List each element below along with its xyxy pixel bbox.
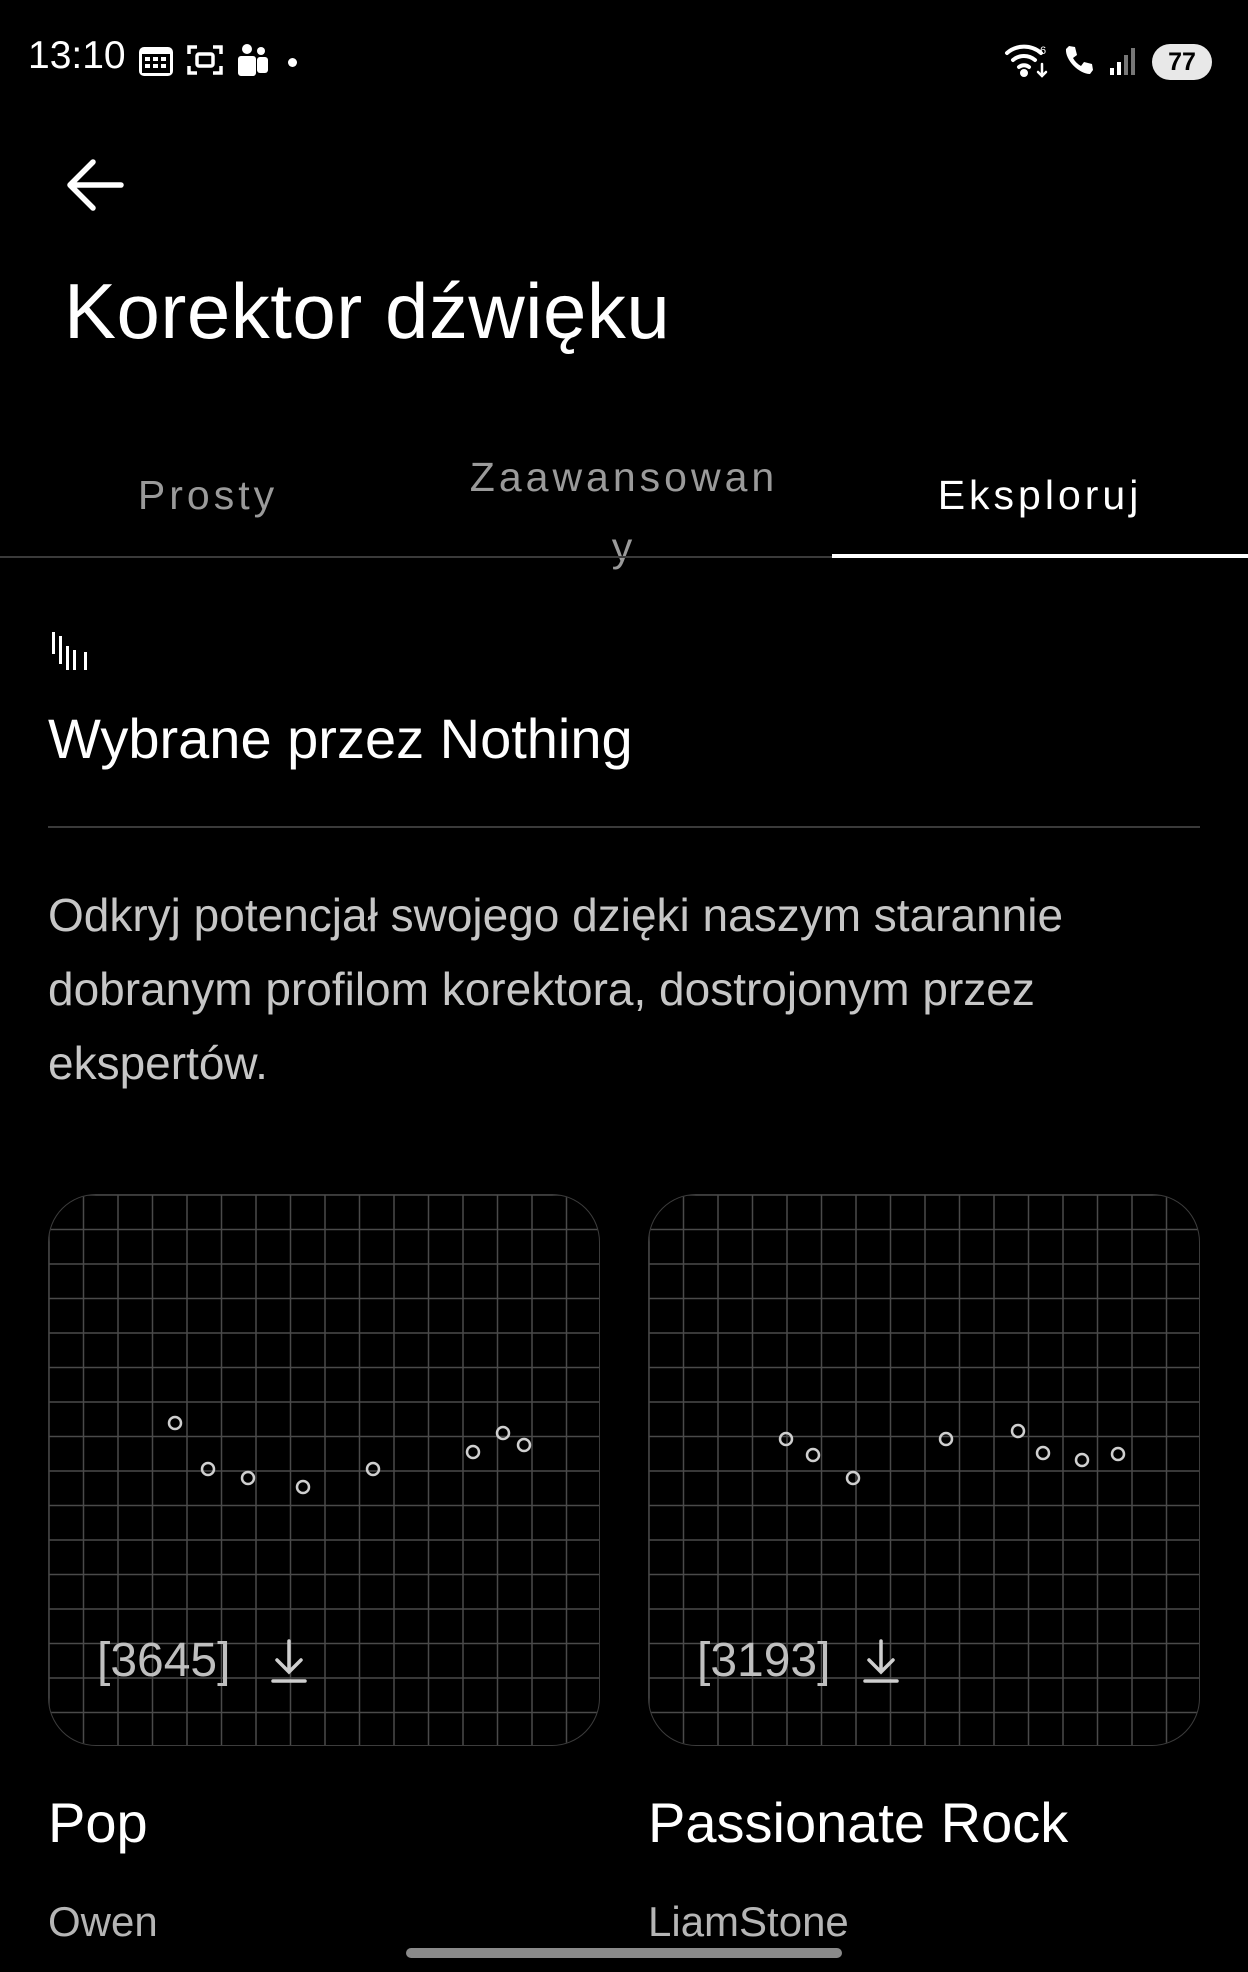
eq-point bbox=[1010, 1423, 1026, 1439]
notification-dot bbox=[288, 57, 297, 67]
tab-advanced[interactable]: Zaawansowany bbox=[416, 430, 832, 570]
tab-simple[interactable]: Prosty bbox=[0, 430, 416, 558]
status-left-icons bbox=[138, 40, 297, 84]
profile-author: LiamStone bbox=[648, 1898, 849, 1945]
profile-card-passionate-rock[interactable]: [3193] bbox=[648, 1194, 1200, 1746]
wifi-icon: 6 bbox=[1004, 42, 1050, 83]
eq-point bbox=[240, 1470, 256, 1486]
status-bar: 13:10 6 77 bbox=[0, 0, 1248, 120]
section-divider bbox=[48, 826, 1200, 828]
teams-icon bbox=[236, 43, 270, 82]
arrow-left-icon bbox=[65, 157, 125, 218]
battery-indicator: 77 bbox=[1152, 44, 1212, 80]
tab-explore[interactable]: Eksploruj bbox=[832, 430, 1248, 558]
status-time: 13:10 bbox=[28, 34, 126, 77]
download-icon[interactable] bbox=[267, 1637, 311, 1685]
eq-point bbox=[938, 1431, 954, 1447]
signal-icon bbox=[1108, 44, 1140, 81]
eq-point bbox=[1074, 1452, 1090, 1468]
svg-text:6: 6 bbox=[1040, 45, 1046, 57]
eq-point bbox=[845, 1470, 861, 1486]
download-count: [3193] bbox=[697, 1634, 831, 1687]
eq-point bbox=[167, 1415, 183, 1431]
eq-point bbox=[365, 1461, 381, 1477]
section-description: Odkryj potencjał swojego dzięki naszym s… bbox=[48, 889, 1064, 1089]
eq-point bbox=[200, 1461, 216, 1477]
status-right-icons: 6 77 bbox=[1004, 40, 1212, 84]
page-title: Korektor dźwięku bbox=[64, 267, 671, 355]
eq-point bbox=[778, 1431, 794, 1447]
tab-bar: Prosty Zaawansowany Eksploruj bbox=[0, 430, 1248, 570]
screenshot-icon bbox=[186, 43, 224, 82]
profile-name[interactable]: Pop bbox=[48, 1790, 148, 1855]
home-indicator[interactable] bbox=[406, 1948, 842, 1958]
profile-card-pop[interactable]: [3645] bbox=[48, 1194, 600, 1746]
profile-author: Owen bbox=[48, 1898, 158, 1945]
wifi-calling-icon bbox=[1062, 43, 1096, 82]
download-icon[interactable] bbox=[859, 1637, 903, 1685]
profile-name[interactable]: Passionate Rock bbox=[648, 1790, 1068, 1855]
eq-point bbox=[465, 1444, 481, 1460]
calendar-icon bbox=[138, 43, 174, 82]
eq-point bbox=[516, 1437, 532, 1453]
eq-point bbox=[295, 1479, 311, 1495]
eq-point bbox=[1110, 1446, 1126, 1462]
eq-point bbox=[805, 1447, 821, 1463]
eq-point bbox=[1035, 1445, 1051, 1461]
tab-selected-indicator bbox=[832, 554, 1248, 558]
download-count: [3645] bbox=[97, 1634, 231, 1687]
section-title: Wybrane przez Nothing bbox=[48, 707, 633, 770]
nothing-logo-icon bbox=[50, 628, 96, 676]
back-button[interactable] bbox=[60, 152, 130, 222]
